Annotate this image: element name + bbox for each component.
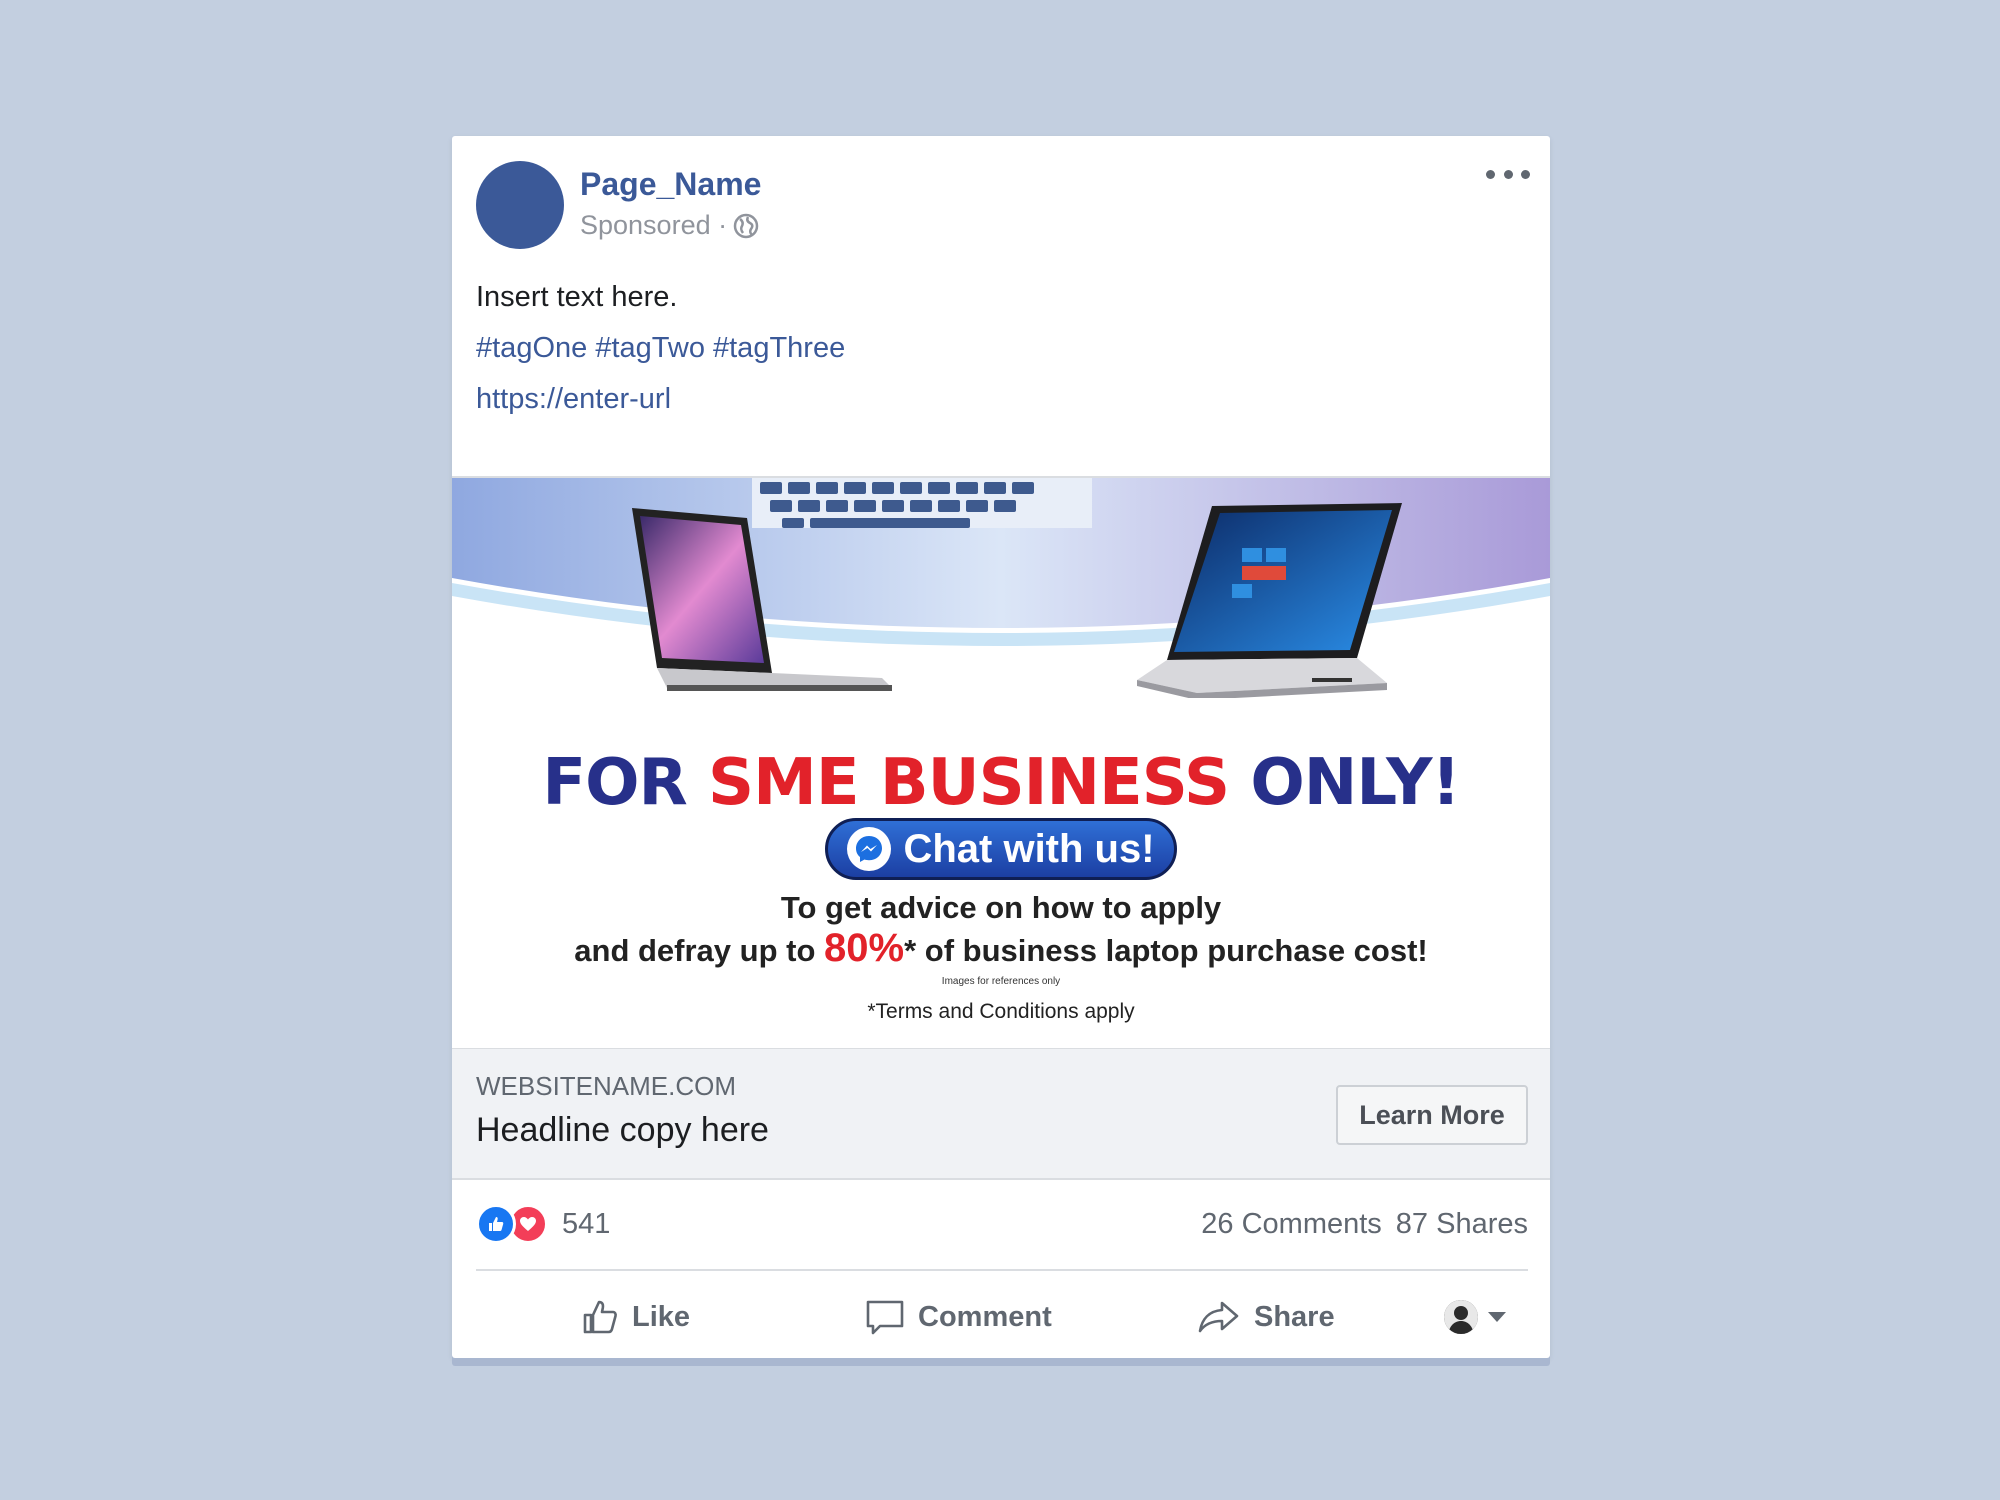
share-label: Share: [1254, 1300, 1335, 1333]
percentage-highlight: 80%: [824, 926, 905, 970]
chat-with-us-button[interactable]: Chat with us!: [825, 818, 1177, 880]
hashtags[interactable]: #tagOne #tagTwo #tagThree: [476, 323, 845, 374]
sponsored-label: Sponsored ·: [580, 210, 728, 240]
more-options-icon[interactable]: [1486, 164, 1530, 184]
profile-switcher[interactable]: [1444, 1276, 1506, 1358]
ad-headline: FOR SME BUSINESS ONLY!: [452, 746, 1550, 820]
post-text: Insert text here.: [476, 281, 678, 313]
engagement-counts: 26 Comments 87 Shares: [1201, 1208, 1528, 1241]
post-url-link[interactable]: https://enter-url: [476, 374, 845, 425]
laptops-banner-illustration: [452, 478, 1550, 698]
reaction-count: 541: [562, 1207, 611, 1240]
website-name: WEBSITENAME.COM: [476, 1071, 737, 1101]
chat-button-label: Chat with us!: [903, 826, 1155, 871]
shares-count[interactable]: 87 Shares: [1396, 1208, 1528, 1241]
comment-label: Comment: [918, 1300, 1052, 1333]
like-button[interactable]: Like: [580, 1276, 690, 1358]
share-button[interactable]: Share: [1196, 1276, 1335, 1358]
divider: [476, 1269, 1528, 1271]
page-avatar[interactable]: [476, 161, 564, 249]
ad-copy-line-1: To get advice on how to apply: [780, 890, 1222, 925]
action-bar: Like Comment Share: [452, 1276, 1550, 1358]
post-body: Insert text here. #tagOne #tagTwo #tagTh…: [476, 272, 845, 425]
ad-creative-image[interactable]: FOR SME BUSINESS ONLY! Chat with us! To …: [452, 476, 1550, 1048]
page-name-link[interactable]: Page_Name: [580, 166, 761, 203]
like-reaction-icon: [476, 1204, 516, 1244]
link-headline: Headline copy here: [476, 1111, 769, 1149]
comments-count[interactable]: 26 Comments: [1201, 1208, 1382, 1241]
globe-icon: [733, 213, 759, 238]
like-label: Like: [632, 1300, 691, 1333]
caret-down-icon: [1488, 1312, 1506, 1322]
comment-icon: [866, 1300, 904, 1335]
headline-part-3: ONLY!: [1229, 746, 1460, 820]
headline-part-2: SME BUSINESS: [708, 746, 1230, 820]
messenger-icon: [847, 827, 892, 871]
ad-copy-line-2: and defray up to 80%* of business laptop…: [452, 928, 1550, 971]
ad-copy: To get advice on how to apply and defray…: [452, 888, 1550, 971]
thumbs-up-icon: [583, 1300, 617, 1334]
terms-disclaimer: *Terms and Conditions apply: [867, 1000, 1135, 1023]
learn-more-button[interactable]: Learn More: [1336, 1085, 1528, 1145]
profile-avatar: [1444, 1300, 1478, 1334]
headline-part-1: FOR: [542, 746, 709, 820]
ad-copy-line-2b: * of business laptop purchase cost!: [904, 933, 1428, 968]
ad-copy-line-2a: and defray up to: [574, 933, 825, 968]
comment-button[interactable]: Comment: [864, 1276, 1052, 1358]
sponsored-row: Sponsored ·: [580, 210, 759, 241]
images-disclaimer: Images for references only: [941, 976, 1061, 987]
reactions-summary[interactable]: 541: [476, 1204, 610, 1244]
link-preview[interactable]: WEBSITENAME.COM Headline copy here Learn…: [452, 1048, 1550, 1180]
sponsored-post-card: Page_Name Sponsored · Insert text here. …: [452, 136, 1550, 1358]
share-icon: [1198, 1301, 1239, 1333]
